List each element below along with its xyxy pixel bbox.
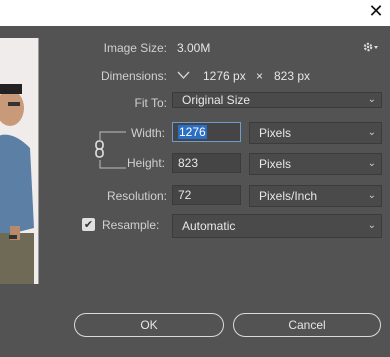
dimensions-width: 1276 px	[203, 69, 246, 83]
dimensions-times: ×	[256, 69, 264, 83]
resample-value: Automatic	[182, 219, 236, 233]
width-label: Width:	[130, 126, 165, 140]
cancel-button[interactable]: Cancel	[233, 313, 381, 337]
height-input[interactable]: 823	[172, 153, 241, 173]
close-icon[interactable]: ✕	[366, 1, 386, 23]
checkmark-icon: ✔	[83, 218, 94, 231]
height-unit-select[interactable]: Pixels ⌄	[249, 153, 382, 175]
resolution-unit: Pixels/Inch	[259, 189, 318, 203]
resample-label: Resample:	[102, 218, 160, 232]
preview-photo	[0, 38, 38, 284]
width-unit: Pixels	[259, 126, 292, 140]
chevron-down-icon: ⌄	[367, 189, 376, 201]
ok-button[interactable]: OK	[74, 313, 224, 337]
fit-to-select[interactable]: Original Size ⌄	[172, 92, 382, 108]
resolution-label: Resolution:	[106, 189, 167, 203]
resample-checkbox[interactable]: ✔	[82, 218, 95, 231]
width-value: 1276	[178, 125, 207, 139]
fit-to-value: Original Size	[182, 93, 251, 107]
height-label: Height:	[126, 156, 165, 170]
image-size-value: 3.00M	[177, 41, 211, 55]
chevron-down-icon[interactable]	[177, 71, 190, 80]
chevron-down-icon: ⌄	[367, 93, 376, 105]
dimensions-label: Dimensions:	[100, 69, 167, 83]
chain-link-icon[interactable]	[90, 128, 130, 172]
width-unit-select[interactable]: Pixels ⌄	[249, 122, 382, 144]
image-size-label: Image Size:	[103, 41, 167, 55]
resample-select[interactable]: Automatic ⌄	[172, 214, 382, 238]
chevron-down-icon: ⌄	[367, 219, 376, 231]
image-preview	[0, 38, 39, 284]
chevron-down-icon: ⌄	[367, 126, 376, 138]
chevron-down-icon: ⌄	[367, 157, 376, 169]
fit-to-label: Fit To:	[134, 96, 167, 110]
resolution-value: 72	[178, 188, 192, 202]
width-input[interactable]: 1276	[172, 122, 241, 142]
resolution-unit-select[interactable]: Pixels/Inch ⌄	[249, 185, 382, 207]
height-value: 823	[178, 156, 199, 170]
gear-icon[interactable]	[363, 41, 379, 53]
title-bar: ✕	[0, 0, 390, 26]
dimensions-height: 823 px	[274, 69, 311, 83]
height-unit: Pixels	[259, 157, 292, 171]
resolution-input[interactable]: 72	[172, 185, 241, 205]
